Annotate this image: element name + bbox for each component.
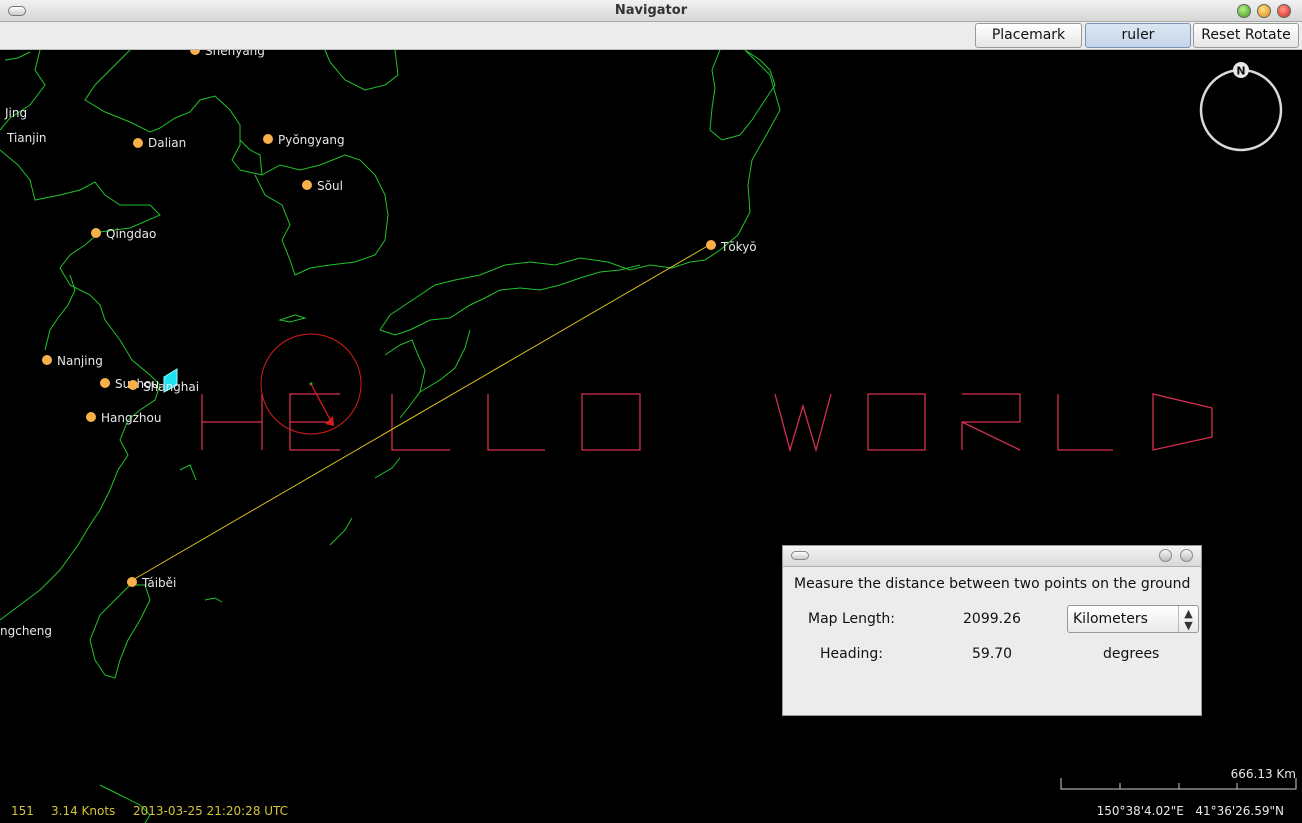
heading-value: 59.70 [972, 646, 1013, 662]
compass-north-label: N [1236, 65, 1245, 78]
latitude-readout: 41°36'26.59"N [1195, 804, 1284, 818]
placemark-button[interactable]: Placemark [975, 23, 1082, 48]
ruler-button[interactable]: ruler [1085, 23, 1191, 48]
panel-minimize-button[interactable] [1159, 549, 1172, 562]
compass-icon[interactable]: N [1199, 62, 1283, 152]
city-label: ngcheng [0, 624, 53, 638]
city-label: Dalian [148, 136, 187, 150]
city-label: Sŏul [317, 179, 343, 193]
reset-rotate-button[interactable]: Reset Rotate [1193, 23, 1299, 48]
minimize-button[interactable] [1257, 4, 1271, 18]
city-label: Hangzhou [101, 411, 162, 425]
city-ngcheng: ngcheng [0, 624, 52, 638]
heading-label: Heading: [820, 646, 883, 662]
city-label: Shenyang [205, 50, 265, 58]
title-bar: Navigator [0, 0, 1302, 22]
cursor-coordinates: 150°38'4.02"E 41°36'26.59"N [1097, 804, 1284, 818]
city-label: Jing [5, 106, 28, 120]
hello-world-overlay [201, 393, 1213, 453]
panel-menu-button[interactable] [791, 551, 809, 560]
city-label: Qingdao [106, 227, 157, 241]
city-nanjing: Nanjing [42, 354, 103, 368]
measure-description: Measure the distance between two points … [794, 576, 1191, 592]
panel-close-button[interactable] [1180, 549, 1193, 562]
heading-unit: degrees [1103, 646, 1160, 662]
window-title: Navigator [614, 3, 688, 18]
city-jing: Jing [5, 106, 27, 120]
city-dalian: Dalian [133, 136, 186, 150]
status-value-1: 151 [11, 804, 34, 818]
city-label: Shanghai [143, 380, 200, 394]
measure-panel-titlebar[interactable] [783, 546, 1201, 567]
city-label: Pyŏngyang [278, 133, 345, 147]
city-label: Tōkyō [721, 240, 757, 254]
measure-panel: Measure the distance between two points … [782, 545, 1202, 716]
status-timestamp: 2013-03-25 21:20:28 UTC [133, 804, 289, 818]
unit-select[interactable]: Kilometers ▲ ▼ [1067, 605, 1199, 633]
scale-bar-label: 666.13 Km [1230, 767, 1296, 781]
map-length-label: Map Length: [808, 611, 896, 627]
maximize-button[interactable] [1237, 4, 1251, 18]
chevron-updown-icon: ▲ ▼ [1178, 606, 1198, 632]
city-tianjin: Tianjin [7, 131, 47, 145]
unit-select-value: Kilometers [1073, 611, 1148, 627]
city-label: Nanjing [57, 354, 103, 368]
city-shenyang: Shenyang [190, 50, 265, 58]
city-taibei: Táiběi [127, 576, 176, 590]
toolbar: Placemark ruler Reset Rotate [0, 22, 1302, 50]
city-pyongyang: Pyŏngyang [263, 133, 345, 147]
longitude-readout: 150°38'4.02"E [1096, 804, 1184, 818]
direction-arrow-line [310, 383, 334, 426]
status-speed: 3.14 Knots [51, 804, 116, 818]
city-tokyo: Tōkyō [706, 240, 757, 254]
coastlines [0, 50, 781, 823]
city-seoul: Sŏul [302, 179, 343, 193]
city-hangzhou: Hangzhou [86, 411, 161, 425]
city-shanghai: Shanghai [128, 380, 199, 394]
city-label: Táiběi [142, 576, 177, 590]
map-length-value: 2099.26 [963, 611, 1021, 627]
close-button[interactable] [1277, 4, 1291, 18]
city-label: Tianjin [7, 131, 47, 145]
city-qingdao: Qingdao [91, 227, 156, 241]
